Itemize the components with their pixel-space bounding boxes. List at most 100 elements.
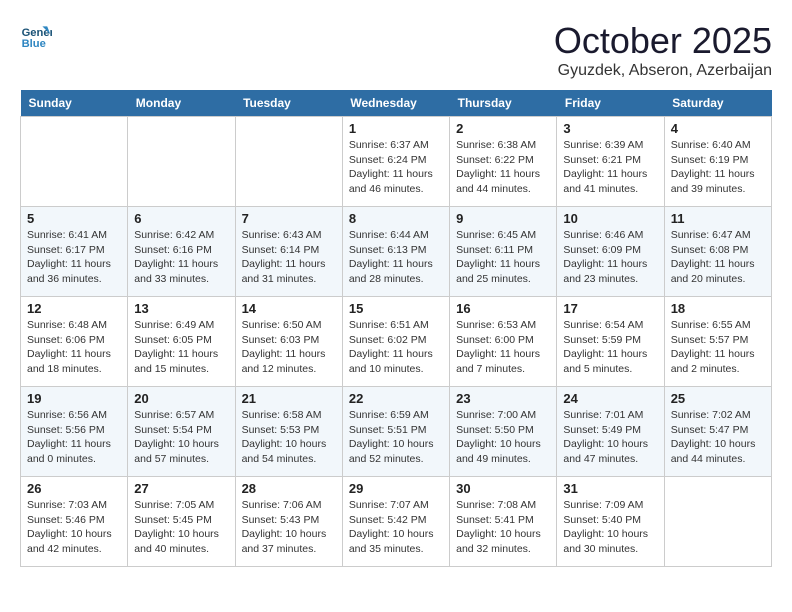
day-info: Sunrise: 6:46 AM Sunset: 6:09 PM Dayligh… bbox=[563, 228, 657, 287]
logo: General Blue bbox=[20, 20, 52, 52]
calendar-cell bbox=[664, 477, 771, 567]
calendar-cell: 24Sunrise: 7:01 AM Sunset: 5:49 PM Dayli… bbox=[557, 387, 664, 477]
day-info: Sunrise: 6:38 AM Sunset: 6:22 PM Dayligh… bbox=[456, 138, 550, 197]
calendar-week-row: 26 Sunrise: 7:03 AM Sunset: 5:46 PM Dayli… bbox=[21, 477, 772, 567]
day-info: Sunrise: 6:42 AM Sunset: 6:16 PM Dayligh… bbox=[134, 228, 228, 287]
calendar-cell: 1Sunrise: 6:37 AM Sunset: 6:24 PM Daylig… bbox=[342, 117, 449, 207]
day-info: Sunrise: 6:53 AM Sunset: 6:00 PM Dayligh… bbox=[456, 318, 550, 377]
day-number: 8 bbox=[349, 211, 443, 226]
day-number: 6 bbox=[134, 211, 228, 226]
calendar-cell: 31Sunrise: 7:09 AM Sunset: 5:40 PM Dayli… bbox=[557, 477, 664, 567]
calendar-cell: 23 Sunrise: 7:00 AM Sunset: 5:50 PM Dayli… bbox=[450, 387, 557, 477]
day-info: Sunrise: 6:57 AM Sunset: 5:54 PM Dayligh… bbox=[134, 408, 228, 467]
day-number: 9 bbox=[456, 211, 550, 226]
calendar-week-row: 5Sunrise: 6:41 AM Sunset: 6:17 PM Daylig… bbox=[21, 207, 772, 297]
calendar-cell: 7Sunrise: 6:43 AM Sunset: 6:14 PM Daylig… bbox=[235, 207, 342, 297]
calendar-cell: 21Sunrise: 6:58 AM Sunset: 5:53 PM Dayli… bbox=[235, 387, 342, 477]
day-number: 16 bbox=[456, 301, 550, 316]
calendar-cell: 14Sunrise: 6:50 AM Sunset: 6:03 PM Dayli… bbox=[235, 297, 342, 387]
day-number: 26 bbox=[27, 481, 121, 496]
calendar: SundayMondayTuesdayWednesdayThursdayFrid… bbox=[20, 90, 772, 567]
title-section: October 2025 Gyuzdek, Abseron, Azerbaija… bbox=[554, 20, 772, 80]
day-number: 4 bbox=[671, 121, 765, 136]
day-info: Sunrise: 6:55 AM Sunset: 5:57 PM Dayligh… bbox=[671, 318, 765, 377]
day-number: 12 bbox=[27, 301, 121, 316]
calendar-cell: 29 Sunrise: 7:07 AM Sunset: 5:42 PM Dayli… bbox=[342, 477, 449, 567]
calendar-week-row: 12Sunrise: 6:48 AM Sunset: 6:06 PM Dayli… bbox=[21, 297, 772, 387]
calendar-cell: 4Sunrise: 6:40 AM Sunset: 6:19 PM Daylig… bbox=[664, 117, 771, 207]
calendar-cell: 17 Sunrise: 6:54 AM Sunset: 5:59 PM Dayli… bbox=[557, 297, 664, 387]
calendar-cell: 27 Sunrise: 7:05 AM Sunset: 5:45 PM Dayli… bbox=[128, 477, 235, 567]
calendar-cell: 13 Sunrise: 6:49 AM Sunset: 6:05 PM Dayli… bbox=[128, 297, 235, 387]
calendar-cell: 3 Sunrise: 6:39 AM Sunset: 6:21 PM Daylig… bbox=[557, 117, 664, 207]
calendar-cell: 18 Sunrise: 6:55 AM Sunset: 5:57 PM Dayli… bbox=[664, 297, 771, 387]
calendar-cell: 9 Sunrise: 6:45 AM Sunset: 6:11 PM Daylig… bbox=[450, 207, 557, 297]
day-info: Sunrise: 6:39 AM Sunset: 6:21 PM Dayligh… bbox=[563, 138, 657, 197]
day-number: 27 bbox=[134, 481, 228, 496]
day-number: 30 bbox=[456, 481, 550, 496]
weekday-header: Thursday bbox=[450, 90, 557, 117]
logo-icon: General Blue bbox=[20, 20, 52, 52]
day-info: Sunrise: 6:59 AM Sunset: 5:51 PM Dayligh… bbox=[349, 408, 443, 467]
calendar-cell: 26 Sunrise: 7:03 AM Sunset: 5:46 PM Dayli… bbox=[21, 477, 128, 567]
calendar-cell: 11 Sunrise: 6:47 AM Sunset: 6:08 PM Dayli… bbox=[664, 207, 771, 297]
calendar-cell: 28Sunrise: 7:06 AM Sunset: 5:43 PM Dayli… bbox=[235, 477, 342, 567]
weekday-header: Monday bbox=[128, 90, 235, 117]
day-number: 13 bbox=[134, 301, 228, 316]
day-info: Sunrise: 7:09 AM Sunset: 5:40 PM Dayligh… bbox=[563, 498, 657, 557]
day-info: Sunrise: 6:45 AM Sunset: 6:11 PM Dayligh… bbox=[456, 228, 550, 287]
day-info: Sunrise: 7:01 AM Sunset: 5:49 PM Dayligh… bbox=[563, 408, 657, 467]
weekday-header: Saturday bbox=[664, 90, 771, 117]
day-number: 22 bbox=[349, 391, 443, 406]
calendar-cell: 16 Sunrise: 6:53 AM Sunset: 6:00 PM Dayli… bbox=[450, 297, 557, 387]
calendar-week-row: 19Sunrise: 6:56 AM Sunset: 5:56 PM Dayli… bbox=[21, 387, 772, 477]
calendar-cell: 19Sunrise: 6:56 AM Sunset: 5:56 PM Dayli… bbox=[21, 387, 128, 477]
day-number: 29 bbox=[349, 481, 443, 496]
weekday-header: Friday bbox=[557, 90, 664, 117]
calendar-week-row: 1Sunrise: 6:37 AM Sunset: 6:24 PM Daylig… bbox=[21, 117, 772, 207]
day-number: 15 bbox=[349, 301, 443, 316]
weekday-header: Wednesday bbox=[342, 90, 449, 117]
calendar-cell: 25Sunrise: 7:02 AM Sunset: 5:47 PM Dayli… bbox=[664, 387, 771, 477]
day-info: Sunrise: 6:50 AM Sunset: 6:03 PM Dayligh… bbox=[242, 318, 336, 377]
calendar-cell: 8 Sunrise: 6:44 AM Sunset: 6:13 PM Daylig… bbox=[342, 207, 449, 297]
calendar-cell bbox=[21, 117, 128, 207]
day-number: 5 bbox=[27, 211, 121, 226]
day-number: 17 bbox=[563, 301, 657, 316]
calendar-cell: 5Sunrise: 6:41 AM Sunset: 6:17 PM Daylig… bbox=[21, 207, 128, 297]
calendar-cell: 10 Sunrise: 6:46 AM Sunset: 6:09 PM Dayli… bbox=[557, 207, 664, 297]
day-info: Sunrise: 6:54 AM Sunset: 5:59 PM Dayligh… bbox=[563, 318, 657, 377]
calendar-cell: 20 Sunrise: 6:57 AM Sunset: 5:54 PM Dayli… bbox=[128, 387, 235, 477]
day-info: Sunrise: 7:02 AM Sunset: 5:47 PM Dayligh… bbox=[671, 408, 765, 467]
day-info: Sunrise: 7:00 AM Sunset: 5:50 PM Dayligh… bbox=[456, 408, 550, 467]
calendar-cell: 6 Sunrise: 6:42 AM Sunset: 6:16 PM Daylig… bbox=[128, 207, 235, 297]
day-number: 18 bbox=[671, 301, 765, 316]
weekday-header: Tuesday bbox=[235, 90, 342, 117]
day-info: Sunrise: 6:44 AM Sunset: 6:13 PM Dayligh… bbox=[349, 228, 443, 287]
day-number: 3 bbox=[563, 121, 657, 136]
day-info: Sunrise: 6:58 AM Sunset: 5:53 PM Dayligh… bbox=[242, 408, 336, 467]
day-info: Sunrise: 6:51 AM Sunset: 6:02 PM Dayligh… bbox=[349, 318, 443, 377]
svg-text:Blue: Blue bbox=[22, 38, 46, 50]
weekday-header: Sunday bbox=[21, 90, 128, 117]
day-number: 2 bbox=[456, 121, 550, 136]
day-info: Sunrise: 7:05 AM Sunset: 5:45 PM Dayligh… bbox=[134, 498, 228, 557]
header: General Blue October 2025 Gyuzdek, Abser… bbox=[20, 20, 772, 80]
day-info: Sunrise: 7:08 AM Sunset: 5:41 PM Dayligh… bbox=[456, 498, 550, 557]
day-info: Sunrise: 7:03 AM Sunset: 5:46 PM Dayligh… bbox=[27, 498, 121, 557]
day-info: Sunrise: 6:43 AM Sunset: 6:14 PM Dayligh… bbox=[242, 228, 336, 287]
day-info: Sunrise: 7:07 AM Sunset: 5:42 PM Dayligh… bbox=[349, 498, 443, 557]
month-title: October 2025 bbox=[554, 20, 772, 62]
calendar-cell: 22 Sunrise: 6:59 AM Sunset: 5:51 PM Dayli… bbox=[342, 387, 449, 477]
day-number: 20 bbox=[134, 391, 228, 406]
calendar-cell: 30 Sunrise: 7:08 AM Sunset: 5:41 PM Dayli… bbox=[450, 477, 557, 567]
calendar-cell: 2 Sunrise: 6:38 AM Sunset: 6:22 PM Daylig… bbox=[450, 117, 557, 207]
day-number: 10 bbox=[563, 211, 657, 226]
day-info: Sunrise: 6:49 AM Sunset: 6:05 PM Dayligh… bbox=[134, 318, 228, 377]
day-info: Sunrise: 6:47 AM Sunset: 6:08 PM Dayligh… bbox=[671, 228, 765, 287]
day-number: 23 bbox=[456, 391, 550, 406]
calendar-cell: 15 Sunrise: 6:51 AM Sunset: 6:02 PM Dayli… bbox=[342, 297, 449, 387]
weekday-header-row: SundayMondayTuesdayWednesdayThursdayFrid… bbox=[21, 90, 772, 117]
day-number: 11 bbox=[671, 211, 765, 226]
location-subtitle: Gyuzdek, Abseron, Azerbaijan bbox=[554, 62, 772, 80]
